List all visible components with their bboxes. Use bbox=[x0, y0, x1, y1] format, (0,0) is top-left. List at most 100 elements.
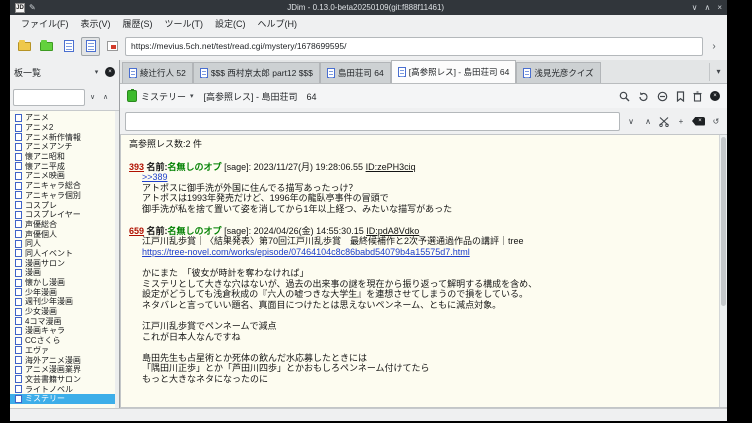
chevron-down-icon[interactable]: ▾ bbox=[190, 92, 194, 100]
sidebar-close-icon[interactable]: × bbox=[105, 67, 115, 77]
folder-green-icon bbox=[40, 42, 53, 51]
search-down-icon[interactable]: ∨ bbox=[625, 117, 637, 126]
post-name: 名無しのオプ bbox=[168, 226, 222, 236]
post-text-line bbox=[142, 257, 717, 268]
board-document-icon bbox=[15, 162, 22, 170]
stop-icon[interactable] bbox=[657, 91, 668, 102]
content-area: 板一覧 ▾ × ∨ ∧ アニメアニメ2アニメ新作情報アニメアンチ懐アニ昭和懐アニ… bbox=[10, 60, 727, 408]
bookmark-icon[interactable] bbox=[676, 91, 685, 102]
board-document-icon bbox=[15, 172, 22, 180]
post-name: 名無しのオプ bbox=[168, 162, 222, 172]
board-document-icon bbox=[15, 288, 22, 296]
sidebar-filter-input[interactable] bbox=[13, 89, 85, 106]
menu-item-4[interactable]: 設定(C) bbox=[210, 16, 251, 31]
thread-tab-bar: 綾辻行人 52 $$$ 西村京太郎 part12 $$$島田荘司 64[高参照レス… bbox=[120, 60, 727, 84]
board-document-icon bbox=[15, 327, 22, 335]
board-document-icon bbox=[15, 337, 22, 345]
post-id-link[interactable]: ID:zePH3ciq bbox=[366, 162, 416, 172]
board-document-icon bbox=[15, 201, 22, 209]
thread-document-icon bbox=[86, 40, 96, 52]
thread-view: 高参照レス数:2 件393 名前:名無しのオプ [sage]: 2023/11/… bbox=[120, 134, 727, 408]
post-body: 江戸川乱歩賞｜〈結果発表〉第70回江戸川乱歩賞 最終候補作と2次予選通過作品の講… bbox=[129, 236, 717, 384]
trash-icon[interactable] bbox=[693, 91, 702, 102]
reload-icon[interactable] bbox=[638, 91, 649, 102]
undo-icon[interactable]: ↺ bbox=[710, 117, 722, 126]
search-up-icon[interactable]: ∧ bbox=[642, 117, 654, 126]
board-document-icon bbox=[15, 240, 22, 248]
board-document-icon bbox=[15, 249, 22, 257]
post-text-line: アトポスは1993年発売だけど、1996年の龍臥亭事件の冒頭で bbox=[142, 193, 717, 204]
thread-search-input[interactable] bbox=[125, 112, 620, 131]
search-icon[interactable] bbox=[619, 91, 630, 102]
title-bar[interactable]: JD ✎ JDim - 0.13.0-beta20250109(git:f888… bbox=[10, 0, 727, 15]
thread-tab[interactable]: 島田荘司 64 bbox=[320, 62, 391, 83]
image-icon bbox=[107, 41, 118, 51]
post-mail: [sage]: bbox=[224, 226, 251, 236]
url-link[interactable]: https://tree-novel.com/works/episode/074… bbox=[142, 247, 717, 258]
post-name-label: 名前: bbox=[147, 226, 168, 236]
status-bar bbox=[10, 408, 727, 421]
clear-entry-icon[interactable]: × bbox=[692, 117, 705, 126]
tab-document-icon bbox=[398, 67, 406, 77]
board-document-icon bbox=[15, 143, 22, 151]
pin-icon[interactable]: ✎ bbox=[29, 3, 36, 12]
thread-tab[interactable]: 浅見光彦クイズ bbox=[516, 62, 600, 83]
board-document-icon bbox=[15, 153, 22, 161]
open-favorites-button[interactable] bbox=[37, 37, 56, 56]
thread-tab[interactable]: $$$ 西村京太郎 part12 $$$ bbox=[193, 62, 320, 83]
sidebar-search-down-icon[interactable]: ∨ bbox=[87, 93, 98, 101]
scissors-icon[interactable] bbox=[659, 116, 670, 127]
board-document-icon bbox=[15, 191, 22, 199]
board-list-item[interactable]: ミステリー bbox=[10, 394, 119, 404]
post-text-line: ミステリとして大きな穴はないが、過去の出来事の謎を現在から振り返って解明する構成… bbox=[142, 279, 717, 290]
close-button[interactable]: × bbox=[717, 3, 722, 12]
url-input[interactable] bbox=[125, 37, 703, 56]
main-pane: 綾辻行人 52 $$$ 西村京太郎 part12 $$$島田荘司 64[高参照レス… bbox=[120, 60, 727, 408]
post-datetime: 2024/04/26(金) 14:55:30.15 bbox=[254, 226, 364, 236]
thread-tab[interactable]: [高参照レス] - 島田荘司 64 bbox=[391, 60, 517, 83]
menu-item-3[interactable]: ツール(T) bbox=[160, 16, 209, 31]
tab-document-icon bbox=[129, 68, 137, 78]
thread-text: 高参照レス数:2 件393 名前:名無しのオプ [sage]: 2023/11/… bbox=[121, 135, 727, 384]
thread-scrollbar[interactable] bbox=[719, 135, 727, 407]
tab-label: 綾辻行人 52 bbox=[140, 67, 186, 79]
board-document-icon bbox=[15, 259, 22, 267]
board-favicon-icon bbox=[127, 90, 137, 102]
post: 659 名前:名無しのオプ [sage]: 2024/04/26(金) 14:5… bbox=[129, 226, 717, 385]
post-text-line: 島田先生も占星術とか死体の飲んだ水応募したときには bbox=[142, 353, 717, 364]
thread-view-button[interactable] bbox=[81, 37, 100, 56]
image-view-button[interactable] bbox=[103, 37, 122, 56]
window-controls: ∨ ∧ × bbox=[692, 3, 722, 12]
menu-item-0[interactable]: ファイル(F) bbox=[16, 16, 74, 31]
tab-overflow-icon[interactable]: ▾ bbox=[709, 63, 727, 81]
sidebar-scrollbar[interactable] bbox=[115, 111, 119, 408]
sidebar-search-up-icon[interactable]: ∧ bbox=[100, 93, 111, 101]
add-filter-icon[interactable]: + bbox=[675, 117, 687, 126]
post-text-line: かにまた 「彼女が時計を奪わなければ」 bbox=[142, 268, 717, 279]
post-text-line: 江戸川乱歩賞でペンネームで減点 bbox=[142, 321, 717, 332]
maximize-button[interactable]: ∧ bbox=[704, 3, 710, 12]
post-id-link[interactable]: ID:pdA8Vdko bbox=[366, 226, 419, 236]
thread-tab[interactable]: 綾辻行人 52 bbox=[122, 62, 193, 83]
minimize-button[interactable]: ∨ bbox=[692, 3, 698, 12]
open-board-list-button[interactable] bbox=[15, 37, 34, 56]
post-text-line: 「隅田川正歩」とか「芦田川四歩」とかおもしろペンネーム付けてたら bbox=[142, 363, 717, 374]
board-view-button[interactable] bbox=[59, 37, 78, 56]
post-number-link[interactable]: 659 bbox=[129, 226, 144, 236]
board-document-icon bbox=[15, 124, 22, 132]
menu-item-5[interactable]: ヘルプ(H) bbox=[253, 16, 303, 31]
post-header: 659 名前:名無しのオプ [sage]: 2024/04/26(金) 14:5… bbox=[129, 226, 717, 237]
post-number-link[interactable]: 393 bbox=[129, 162, 144, 172]
sidebar-dropdown-icon[interactable]: ▾ bbox=[91, 68, 102, 76]
anchor-link[interactable]: >>389 bbox=[142, 172, 717, 183]
jdim-window: JD ✎ JDim - 0.13.0-beta20250109(git:f888… bbox=[10, 0, 727, 421]
url-go-button[interactable]: › bbox=[706, 37, 722, 56]
close-thread-icon[interactable]: × bbox=[710, 91, 720, 101]
scrollbar-thumb[interactable] bbox=[721, 137, 726, 306]
thread-toolbar-icons: × bbox=[619, 91, 720, 102]
board-document-icon bbox=[15, 211, 22, 219]
board-name-dropdown[interactable]: ミステリー bbox=[141, 90, 186, 103]
menu-item-2[interactable]: 履歴(S) bbox=[118, 16, 158, 31]
menu-item-1[interactable]: 表示(V) bbox=[76, 16, 116, 31]
board-document-icon bbox=[15, 220, 22, 228]
